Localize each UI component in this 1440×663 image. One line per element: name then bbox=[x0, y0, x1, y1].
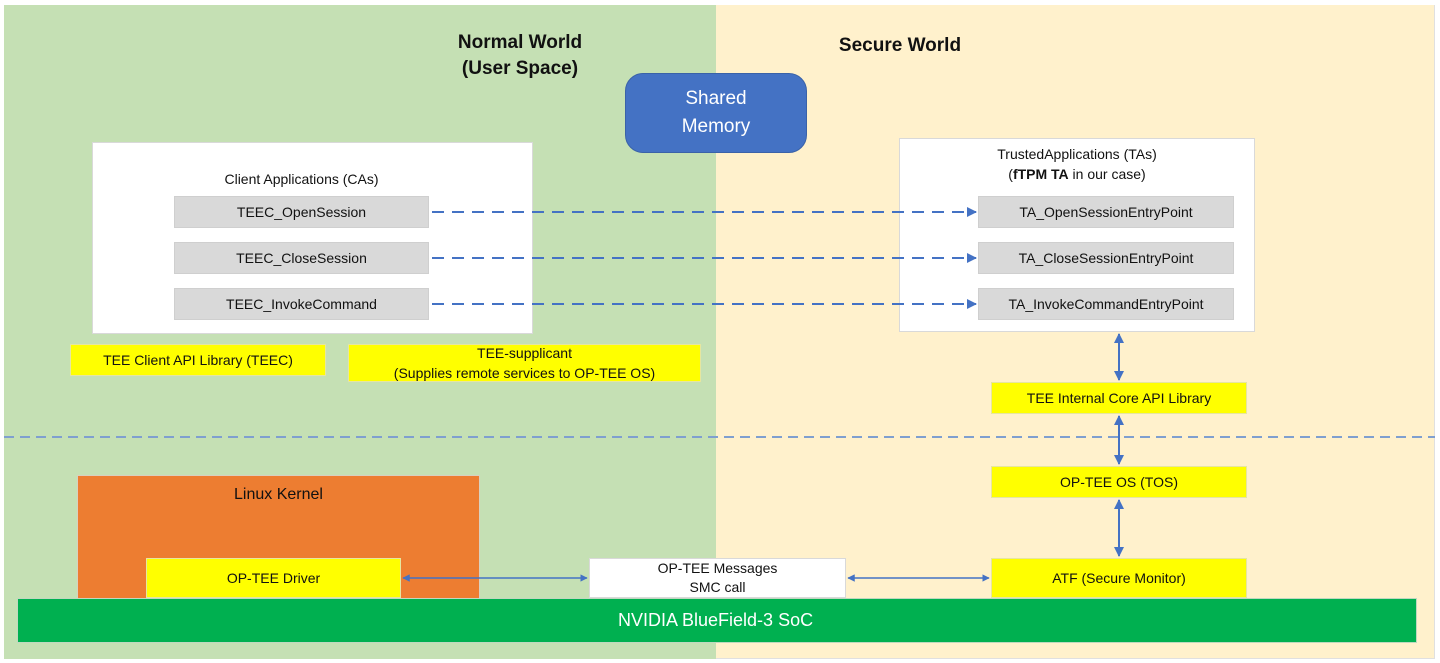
optee-driver-box: OP-TEE Driver bbox=[146, 558, 401, 598]
ta-open-session-entry-point: TA_OpenSessionEntryPoint bbox=[978, 196, 1234, 228]
normal-world-title-line2: (User Space) bbox=[461, 58, 579, 79]
subtitle-rest: in our case) bbox=[1068, 166, 1146, 182]
tee-internal-core-api-box: TEE Internal Core API Library bbox=[991, 382, 1247, 414]
tee-supplicant-box: TEE-supplicant (Supplies remote services… bbox=[348, 344, 701, 382]
trusted-applications-title: TrustedApplications (TAs) bbox=[997, 146, 1157, 162]
soc-label: NVIDIA BlueField-3 SoC bbox=[618, 610, 814, 630]
atf-secure-monitor-box: ATF (Secure Monitor) bbox=[991, 558, 1247, 598]
tee-supplicant-line2: (Supplies remote services to OP-TEE OS) bbox=[393, 365, 656, 381]
tee-supplicant-line1: TEE-supplicant bbox=[477, 345, 572, 361]
ta-close-session-entry-point: TA_CloseSessionEntryPoint bbox=[978, 242, 1234, 274]
optee-messages-line1: OP-TEE Messages bbox=[657, 560, 778, 576]
normal-world-title-line1: Normal World bbox=[457, 32, 583, 53]
trusted-applications-subtitle: (fTPM TA in our case) bbox=[899, 164, 1255, 184]
teec-invoke-command: TEEC_InvokeCommand bbox=[174, 288, 429, 320]
ta-invoke-command-entry-point: TA_InvokeCommandEntryPoint bbox=[978, 288, 1234, 320]
soc-bar: NVIDIA BlueField-3 SoC bbox=[17, 598, 1417, 643]
normal-world-title: Normal World (User Space) bbox=[400, 30, 640, 82]
optee-messages-box: OP-TEE Messages SMC call bbox=[589, 558, 846, 598]
shared-memory-line2: Memory bbox=[681, 116, 751, 137]
teec-open-session: TEEC_OpenSession bbox=[174, 196, 429, 228]
teec-library-box: TEE Client API Library (TEEC) bbox=[70, 344, 326, 376]
optee-os-box: OP-TEE OS (TOS) bbox=[991, 466, 1247, 498]
secure-world-title: Secure World bbox=[838, 35, 962, 56]
optee-messages-line2: SMC call bbox=[689, 579, 746, 595]
client-applications-title: Client Applications (CAs) bbox=[224, 171, 379, 187]
teec-close-session: TEEC_CloseSession bbox=[174, 242, 429, 274]
linux-kernel-label: Linux Kernel bbox=[234, 486, 323, 503]
shared-memory-line1: Shared bbox=[685, 88, 747, 109]
ftpm-ta-label: fTPM TA bbox=[1012, 166, 1069, 182]
shared-memory-box: Shared Memory bbox=[625, 73, 807, 153]
